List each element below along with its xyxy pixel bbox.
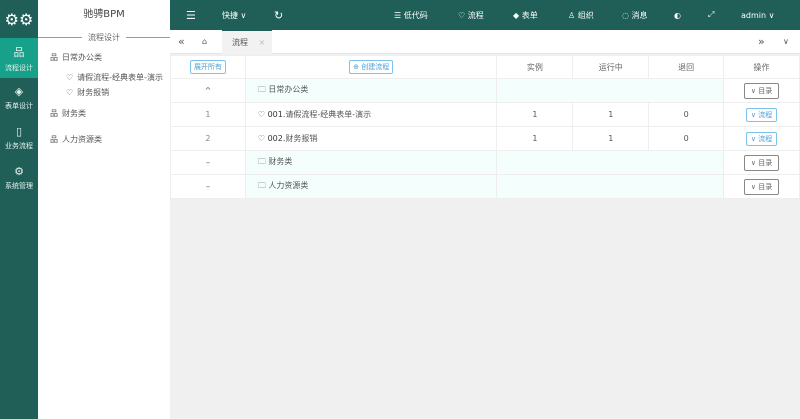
- rail-item-form-design[interactable]: ◈ 表单设计: [0, 78, 38, 118]
- nav-org[interactable]: ♙ 组织: [568, 10, 594, 21]
- layers-icon: ◈: [14, 85, 24, 98]
- section-title: 流程设计: [38, 30, 170, 44]
- left-rail: ⚙⚙ 品流程设计 ◈ 表单设计 ▯ 业务流程 ⚙ 系统管理: [0, 0, 38, 419]
- rail-item-business-flow[interactable]: ▯ 业务流程: [0, 118, 38, 158]
- directory-button[interactable]: ∨ 目录: [743, 154, 780, 171]
- flow-table: 展开所有 ⊕ 创建流程 实例 运行中 退回 操作 ^ 🗀 日常办公类 ∨ 目录 …: [170, 55, 800, 199]
- tree-node[interactable]: 品财务类: [38, 100, 170, 126]
- table-row: ^ 🗀 日常办公类 ∨ 目录: [170, 78, 800, 103]
- tree-leaf[interactable]: ♡ 财务报销: [38, 85, 170, 100]
- sitemap-icon: 品: [50, 108, 58, 118]
- col-running: 运行中: [572, 55, 650, 79]
- home-icon[interactable]: ⌂: [202, 30, 207, 54]
- sitemap-icon: 品: [13, 45, 25, 59]
- table-header: 展开所有 ⊕ 创建流程 实例 运行中 退回 操作: [170, 55, 800, 79]
- table-row: 1 ♡ 001.请假流程-经典表单-演示 1 1 0 ∨ 流程: [170, 102, 800, 127]
- table-row: 2 ♡ 002.财务报销 1 1 0 ∨ 流程: [170, 126, 800, 151]
- side-panel: 驰骋BPM 流程设计 品日常办公类 ♡ 请假流程-经典表单-演示 ♡ 财务报销 品财…: [38, 0, 170, 419]
- sitemap-icon: 品: [50, 52, 58, 62]
- scroll-right-icon[interactable]: »: [758, 30, 765, 54]
- collapse-toggle[interactable]: –: [170, 174, 246, 199]
- flow-button[interactable]: ∨ 流程: [745, 107, 778, 122]
- close-icon[interactable]: ×: [259, 38, 266, 47]
- nav-lowcode[interactable]: ☰ 低代码: [394, 10, 428, 21]
- tree-node[interactable]: 品日常办公类: [38, 44, 170, 70]
- app-title: 驰骋BPM: [83, 9, 125, 20]
- refresh-icon[interactable]: ↻: [274, 9, 283, 22]
- col-instances: 实例: [496, 55, 574, 79]
- nav-flow[interactable]: ♡ 流程: [458, 10, 484, 21]
- chevron-down-icon[interactable]: ∨: [783, 30, 789, 54]
- directory-button[interactable]: ∨ 目录: [743, 178, 780, 195]
- table-row: – 🗀 财务类 ∨ 目录: [170, 150, 800, 175]
- collapse-toggle[interactable]: ^: [170, 78, 246, 103]
- directory-button[interactable]: ∨ 目录: [743, 82, 780, 99]
- heart-icon: ♡: [257, 110, 266, 119]
- tablet-icon: ▯: [15, 125, 23, 138]
- collapse-toggle[interactable]: –: [170, 150, 246, 175]
- sitemap-icon: 品: [50, 134, 58, 144]
- rail-item-system[interactable]: ⚙ 系统管理: [0, 158, 38, 198]
- col-actions: 操作: [723, 55, 800, 79]
- expand-all-button[interactable]: 展开所有: [189, 60, 226, 74]
- menu-toggle-icon[interactable]: ☰: [186, 9, 196, 22]
- col-returned: 退回: [648, 55, 725, 79]
- heart-icon: ♡: [66, 88, 74, 97]
- tree-node[interactable]: 品人力资源类: [38, 126, 170, 152]
- folder-icon: 🗀: [257, 156, 266, 166]
- user-menu[interactable]: admin ∨: [741, 11, 774, 20]
- scroll-left-icon[interactable]: «: [178, 30, 185, 54]
- quick-menu[interactable]: 快捷 ∨: [222, 10, 246, 21]
- heart-icon: ♡: [66, 73, 74, 82]
- folder-icon: 🗀: [257, 180, 266, 190]
- tab-bar: « ⌂ 流程 × » ∨: [170, 30, 800, 54]
- heart-icon: ♡: [257, 134, 266, 143]
- nav-form[interactable]: ◆ 表单: [513, 10, 538, 21]
- tree-leaf[interactable]: ♡ 请假流程-经典表单-演示: [38, 70, 170, 85]
- folder-icon: 🗀: [257, 84, 266, 94]
- top-bar: ☰ 快捷 ∨ ↻ ☰ 低代码 ♡ 流程 ◆ 表单 ♙ 组织 ◌ 消息 ◐ ⤢ a…: [170, 0, 800, 30]
- flow-button[interactable]: ∨ 流程: [745, 131, 778, 146]
- theme-palette-icon[interactable]: ◐: [674, 11, 681, 20]
- fullscreen-icon[interactable]: ⤢: [708, 10, 714, 20]
- rail-item-flow-design[interactable]: 品流程设计: [0, 38, 38, 78]
- tab-flow[interactable]: 流程 ×: [222, 30, 272, 54]
- table-row: – 🗀 人力资源类 ∨ 目录: [170, 174, 800, 199]
- logo-gears-icon: ⚙⚙: [4, 9, 34, 29]
- create-flow-button[interactable]: ⊕ 创建流程: [349, 60, 394, 74]
- gear-icon: ⚙: [14, 165, 24, 178]
- nav-message[interactable]: ◌ 消息: [622, 10, 648, 21]
